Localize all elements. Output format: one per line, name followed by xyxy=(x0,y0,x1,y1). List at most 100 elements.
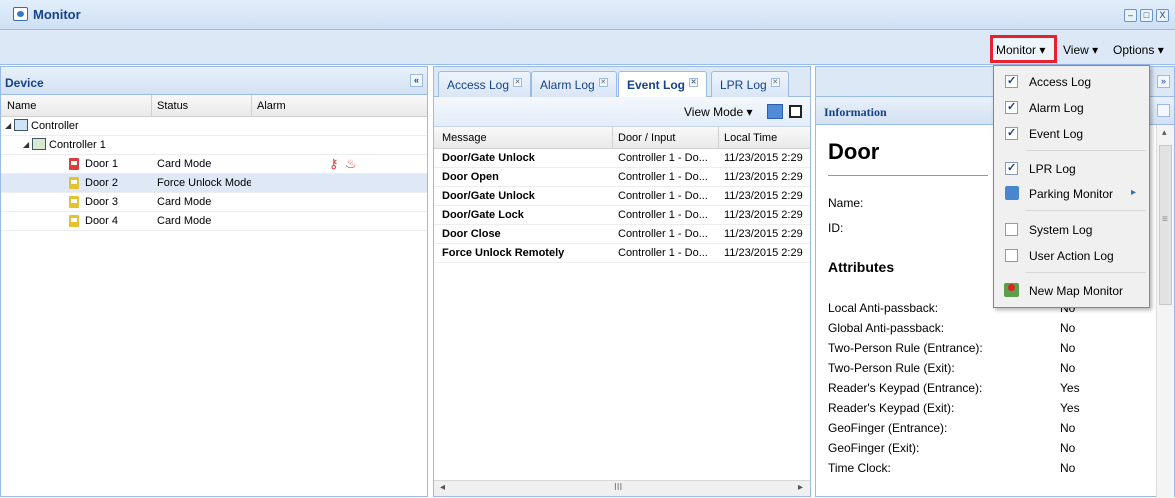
collapse-left-icon[interactable]: « xyxy=(410,74,423,87)
column-alarm[interactable]: Alarm xyxy=(257,100,286,112)
column-status[interactable]: Status xyxy=(157,100,188,112)
checkbox-unchecked-icon[interactable] xyxy=(1005,249,1018,262)
scroll-thumb[interactable]: ≡ xyxy=(1159,145,1172,305)
menu-label: Parking Monitor xyxy=(1029,187,1114,201)
expand-arrow-icon[interactable]: ◢ xyxy=(23,140,29,149)
maximize-button[interactable]: □ xyxy=(1140,9,1153,22)
log-row[interactable]: Door/Gate Lock Controller 1 - Do... 11/23/… xyxy=(434,206,810,225)
tree-label: Door 1 xyxy=(85,158,119,170)
attribute-label: Local Anti-passback: xyxy=(828,301,939,315)
device-panel-header: Device « xyxy=(1,67,427,95)
menu-item-parking-monitor[interactable]: Parking Monitor ▸ xyxy=(994,182,1149,206)
log-row[interactable]: Door Close Controller 1 - Do... 11/23/2015… xyxy=(434,225,810,244)
monitor-dropdown-menu: Access Log Alarm Log Event Log LPR Log P… xyxy=(993,65,1150,308)
menu-item-event-log[interactable]: Event Log xyxy=(994,122,1149,146)
close-button[interactable]: X xyxy=(1156,9,1169,22)
scroll-up-icon[interactable]: ▴ xyxy=(1162,127,1167,138)
tab-event-log[interactable]: Event Log ✕ xyxy=(618,71,708,98)
view-mode-bar: View Mode ▾ xyxy=(434,97,810,127)
scroll-right-icon[interactable]: ▸ xyxy=(798,482,803,493)
column-message[interactable]: Message xyxy=(442,132,487,144)
menu-label: User Action Log xyxy=(1029,249,1114,263)
device-panel: Device « Name Status Alarm ◢ Controller … xyxy=(0,66,428,497)
door-status: Card Mode xyxy=(157,158,212,170)
menu-item-access-log[interactable]: Access Log xyxy=(994,70,1149,94)
door-status: Card Mode xyxy=(157,215,212,227)
export-icon[interactable] xyxy=(767,104,783,119)
close-tab-icon[interactable]: ✕ xyxy=(770,78,780,87)
attribute-label: Two-Person Rule (Entrance): xyxy=(828,341,983,355)
checkbox-unchecked-icon[interactable] xyxy=(1005,223,1018,236)
log-door-input: Controller 1 - Do... xyxy=(618,247,708,259)
attribute-value: No xyxy=(1060,341,1076,355)
close-tab-icon[interactable]: ✕ xyxy=(689,78,699,87)
tree-row-controller-1[interactable]: ◢ Controller 1 xyxy=(1,136,427,155)
monitor-menu-button[interactable]: Monitor ▾ xyxy=(996,43,1045,57)
tab-label: Event Log xyxy=(627,78,686,92)
menu-item-system-log[interactable]: System Log xyxy=(994,218,1149,242)
attribute-label: Two-Person Rule (Exit): xyxy=(828,361,955,375)
attribute-label: GeoFinger (Entrance): xyxy=(828,421,948,435)
checkbox-checked-icon[interactable] xyxy=(1005,161,1018,175)
horizontal-scrollbar[interactable]: ◂ III ▸ xyxy=(434,480,810,496)
scroll-grip-icon[interactable]: III xyxy=(614,482,622,493)
column-name[interactable]: Name xyxy=(7,100,36,112)
tab-alarm-log[interactable]: Alarm Log ✕ xyxy=(531,71,617,97)
expand-arrow-icon[interactable]: ◢ xyxy=(5,121,11,130)
tree-row-door-2[interactable]: Door 2 Force Unlock Mode xyxy=(1,174,427,193)
info-heading: Door xyxy=(828,139,880,164)
menu-separator xyxy=(1026,210,1146,211)
door-alarm-icon xyxy=(69,158,79,170)
log-panel: Access Log ✕ Alarm Log ✕ Event Log ✕ LPR Lo… xyxy=(433,66,811,497)
new-window-icon[interactable] xyxy=(789,105,802,118)
door-status: Card Mode xyxy=(157,196,212,208)
tree-row-door-3[interactable]: Door 3 Card Mode xyxy=(1,193,427,212)
log-row[interactable]: Door Open Controller 1 - Do... 11/23/2015 … xyxy=(434,168,810,187)
close-tab-icon[interactable]: ✕ xyxy=(598,78,608,87)
attribute-value: No xyxy=(1060,361,1076,375)
options-menu-button[interactable]: Options ▾ xyxy=(1113,43,1164,57)
tree-row-door-1[interactable]: Door 1 Card Mode ⚷ ♨ xyxy=(1,155,427,174)
tree-row-door-4[interactable]: Door 4 Card Mode xyxy=(1,212,427,231)
log-message: Force Unlock Remotely xyxy=(442,247,565,259)
log-row[interactable]: Force Unlock Remotely Controller 1 - Do..… xyxy=(434,244,810,263)
tab-access-log[interactable]: Access Log ✕ xyxy=(438,71,532,97)
menu-item-new-map-monitor[interactable]: New Map Monitor xyxy=(994,279,1149,303)
device-column-headers: Name Status Alarm xyxy=(1,95,427,117)
minimize-button[interactable]: – xyxy=(1124,9,1137,22)
log-row[interactable]: Door/Gate Unlock Controller 1 - Do... 11/2… xyxy=(434,149,810,168)
menu-item-user-action-log[interactable]: User Action Log xyxy=(994,244,1149,268)
scroll-left-icon[interactable]: ◂ xyxy=(440,482,445,493)
expand-right-icon[interactable]: » xyxy=(1157,75,1170,88)
door-icon xyxy=(69,196,79,208)
menu-item-lpr-log[interactable]: LPR Log xyxy=(994,157,1149,181)
column-local-time[interactable]: Local Time xyxy=(724,132,777,144)
heading-divider xyxy=(828,175,988,176)
log-door-input: Controller 1 - Do... xyxy=(618,209,708,221)
checkbox-checked-icon[interactable] xyxy=(1005,74,1018,88)
parking-icon xyxy=(1005,186,1019,200)
log-local-time: 11/23/2015 2:29 xyxy=(724,247,803,259)
checkbox-checked-icon[interactable] xyxy=(1005,126,1018,140)
attribute-label: GeoFinger (Exit): xyxy=(828,441,920,455)
door-icon xyxy=(69,215,79,227)
map-pin-icon xyxy=(1004,283,1019,297)
device-panel-title: Device xyxy=(5,76,44,90)
log-door-input: Controller 1 - Do... xyxy=(618,190,708,202)
view-menu-button[interactable]: View ▾ xyxy=(1063,43,1098,57)
vertical-scrollbar[interactable]: ▴ ≡ xyxy=(1156,125,1174,498)
tree-row-controller[interactable]: ◢ Controller xyxy=(1,117,427,136)
menu-item-alarm-log[interactable]: Alarm Log xyxy=(994,96,1149,120)
popout-icon[interactable] xyxy=(1157,104,1170,117)
checkbox-checked-icon[interactable] xyxy=(1005,100,1018,114)
view-mode-button[interactable]: View Mode ▾ xyxy=(684,105,753,119)
menu-separator xyxy=(1026,150,1146,151)
log-door-input: Controller 1 - Do... xyxy=(618,152,708,164)
log-row[interactable]: Door/Gate Unlock Controller 1 - Do... 11/2… xyxy=(434,187,810,206)
log-local-time: 11/23/2015 2:29 xyxy=(724,209,803,221)
tab-lpr-log[interactable]: LPR Log ✕ xyxy=(711,71,789,97)
close-tab-icon[interactable]: ✕ xyxy=(513,78,523,87)
door-icon xyxy=(69,177,79,189)
column-door-input[interactable]: Door / Input xyxy=(618,132,675,144)
tab-label: Alarm Log xyxy=(540,78,595,92)
